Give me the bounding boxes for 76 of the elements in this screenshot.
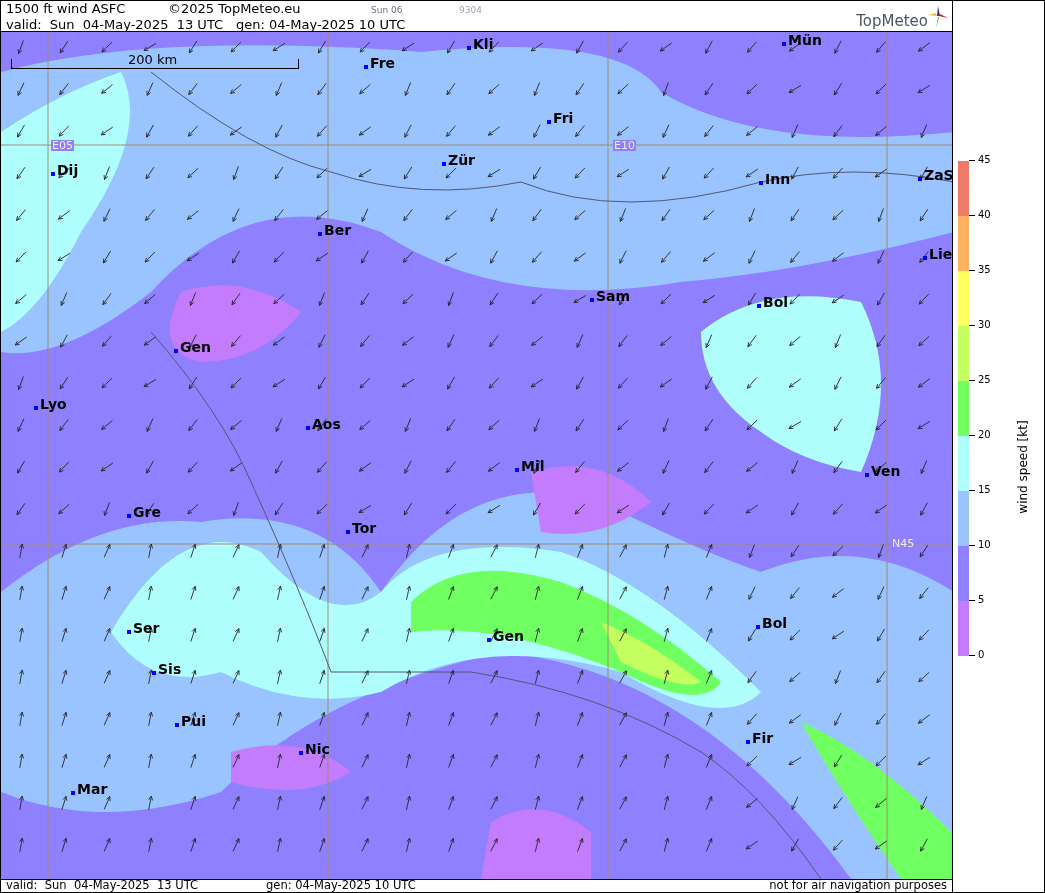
- legend-tick-label: 45: [978, 155, 991, 165]
- generated-time: gen: 04-May-2025 10 UTC: [266, 880, 416, 892]
- city-label: Lie: [929, 247, 952, 261]
- city-marker: [127, 514, 131, 518]
- city-marker: [759, 181, 763, 185]
- city-marker: [364, 65, 368, 69]
- city-marker: [547, 120, 551, 124]
- city-label: Ven: [871, 464, 901, 478]
- city-marker: [175, 723, 179, 727]
- city-label: Bol: [763, 295, 789, 309]
- legend-tick-label: 25: [978, 375, 991, 385]
- city-label: Aos: [312, 417, 341, 431]
- city-label: Sam: [596, 289, 631, 303]
- city-marker: [306, 426, 310, 430]
- city-marker: [746, 740, 750, 744]
- city-marker: [590, 298, 594, 302]
- city-label: Mar: [77, 782, 108, 796]
- legend-tick-label: 10: [978, 540, 991, 550]
- city-label: Gre: [133, 505, 161, 519]
- city-label: Zür: [448, 153, 476, 167]
- chart-title: 1500 ft wind ASFC: [6, 1, 127, 15]
- city-marker: [174, 349, 178, 353]
- copyright-text: ©2025 TopMeteo.eu: [168, 1, 302, 15]
- city-label: Nic: [305, 742, 330, 756]
- logo-text: TopMeteo: [856, 14, 928, 29]
- scale-label: 200 km: [128, 53, 178, 66]
- legend-title: wind speed [kt]: [1016, 420, 1029, 514]
- city-marker: [515, 468, 519, 472]
- city-label: Ser: [133, 621, 160, 635]
- city-marker: [34, 406, 38, 410]
- city-label: Fir: [752, 731, 774, 745]
- city-marker: [318, 232, 322, 236]
- city-label: Gen: [180, 340, 211, 354]
- city-marker: [51, 172, 55, 176]
- legend-tick-label: 0: [978, 650, 985, 660]
- city-marker: [152, 671, 156, 675]
- city-label: Inn: [765, 172, 791, 186]
- city-label: Tor: [352, 521, 377, 535]
- city-marker: [127, 630, 131, 634]
- legend-tick-label: 20: [978, 430, 991, 440]
- city-marker: [756, 625, 760, 629]
- city-marker: [757, 304, 761, 308]
- city-marker: [442, 162, 446, 166]
- grid-label: N45: [891, 538, 916, 549]
- legend-tick-label: 30: [978, 320, 991, 330]
- city-marker: [71, 791, 75, 795]
- city-label: ZaS: [924, 168, 952, 182]
- city-label: Mün: [788, 33, 822, 47]
- city-marker: [782, 42, 786, 46]
- city-marker: [346, 530, 350, 534]
- city-label: Ber: [324, 223, 352, 237]
- city-marker: [299, 751, 303, 755]
- city-label: Lyo: [40, 397, 67, 411]
- city-label: Fre: [370, 56, 396, 70]
- legend-tick-label: 5: [978, 595, 985, 605]
- legend-tick-label: 40: [978, 210, 991, 220]
- city-marker: [467, 46, 471, 50]
- city-label: Dij: [57, 163, 79, 177]
- city-label: Pui: [181, 714, 207, 728]
- grid-label: E05: [51, 140, 74, 151]
- legend-tick-label: 35: [978, 265, 991, 275]
- city-marker: [923, 256, 927, 260]
- day-code: Sun 06: [371, 5, 404, 15]
- city-label: Kli: [473, 37, 494, 51]
- disclaimer-text: not for air navigation purposes: [769, 880, 947, 892]
- city-marker: [487, 638, 491, 642]
- run-code: 9304: [459, 5, 482, 15]
- grid-label: E10: [613, 140, 636, 151]
- city-marker: [865, 473, 869, 477]
- valid-time: valid: Sun 04-May-2025 13 UTC: [6, 17, 225, 31]
- legend-tick-label: 15: [978, 485, 991, 495]
- city-label: Sis: [158, 662, 182, 676]
- city-label: Bol: [762, 616, 788, 630]
- city-label: Fri: [553, 111, 574, 125]
- city-marker: [918, 177, 922, 181]
- valid-time: valid: Sun 04-May-2025 13 UTC: [6, 880, 200, 892]
